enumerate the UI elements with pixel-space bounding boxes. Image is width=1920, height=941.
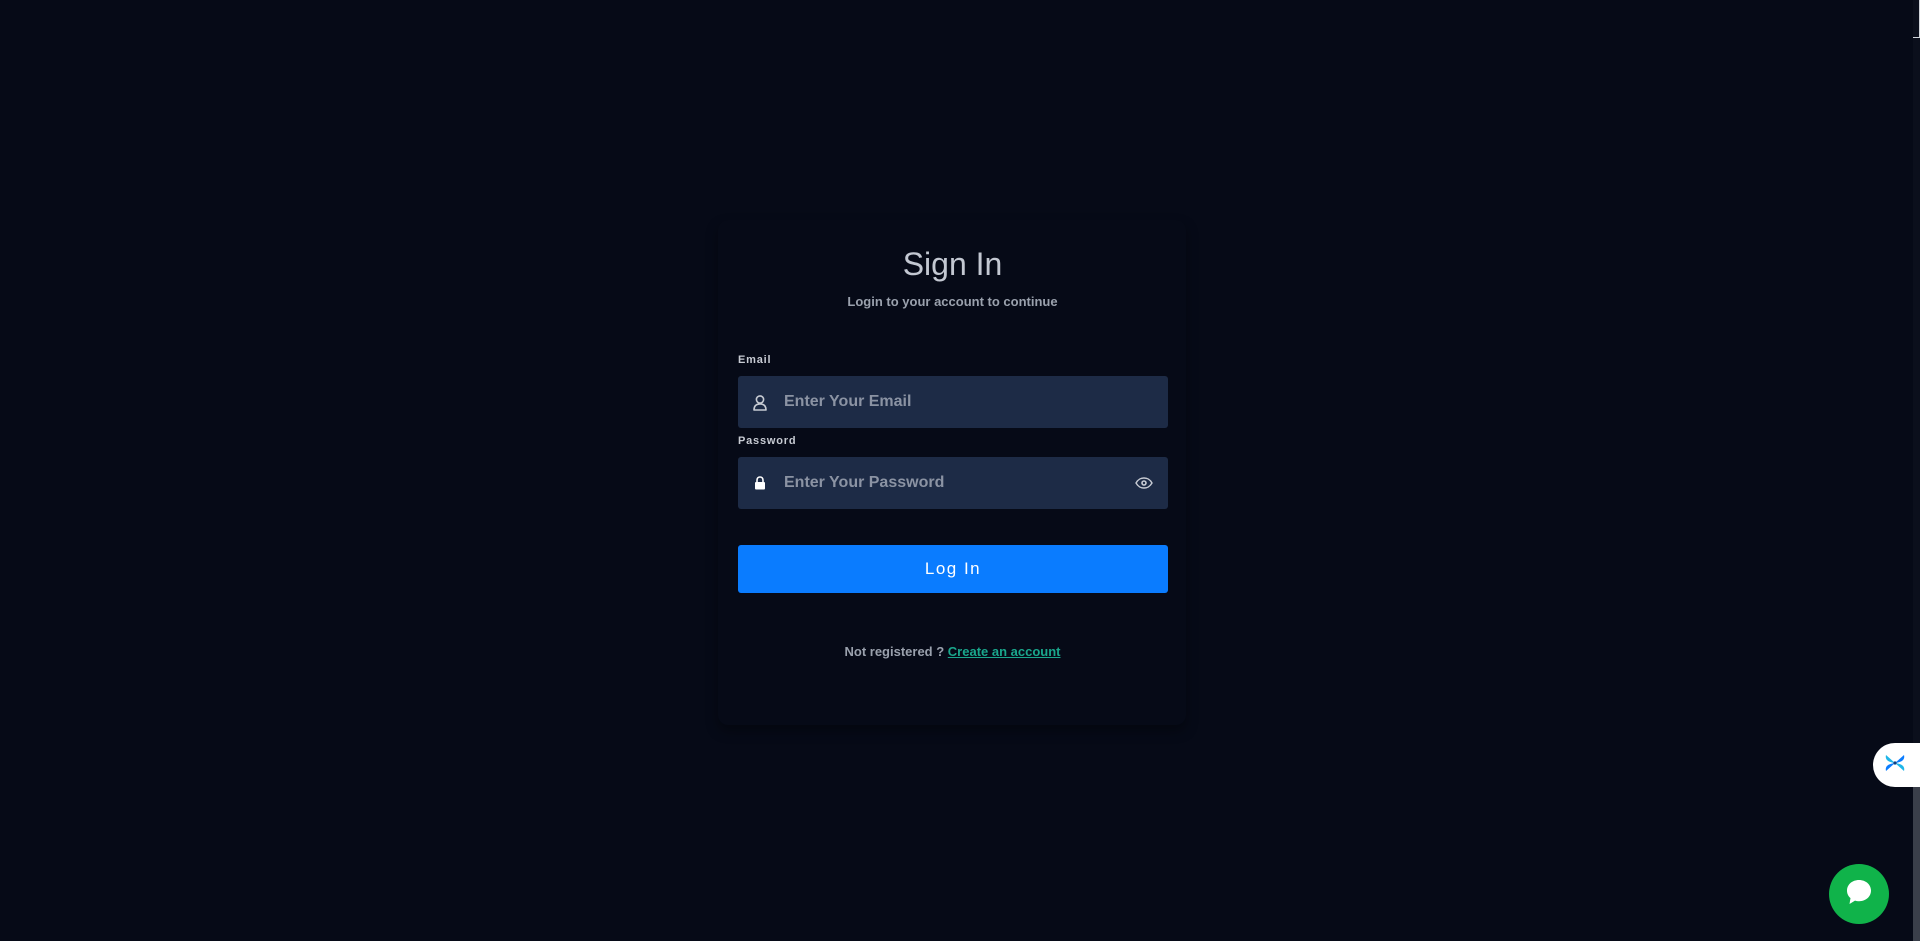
password-input[interactable] (784, 457, 1114, 509)
eye-icon[interactable] (1134, 474, 1154, 492)
login-button[interactable]: Log In (738, 545, 1168, 593)
page: Sign In Login to your account to continu… (0, 0, 1920, 941)
create-account-link[interactable]: Create an account (948, 644, 1061, 659)
page-title: Sign In (902, 246, 1003, 282)
email-label: Email (738, 354, 772, 366)
chat-button[interactable] (1829, 864, 1889, 924)
not-registered-text: Not registered ? (844, 644, 945, 659)
side-widget-button[interactable] (1873, 743, 1920, 787)
scrollbar-top-marker (1913, 0, 1920, 38)
register-prompt: Not registered ? Create an account (0, 644, 1905, 660)
page-subtitle: Login to your account to continue (847, 294, 1058, 309)
email-field[interactable] (738, 376, 1168, 428)
email-input[interactable] (784, 376, 1114, 428)
user-icon (750, 392, 770, 412)
pinwheel-icon (1883, 751, 1907, 780)
lock-icon (750, 473, 770, 493)
password-label: Password (738, 435, 797, 447)
scrollbar-thumb[interactable] (1913, 762, 1920, 941)
password-field[interactable] (738, 457, 1168, 509)
chat-bubble-icon (1844, 877, 1874, 912)
